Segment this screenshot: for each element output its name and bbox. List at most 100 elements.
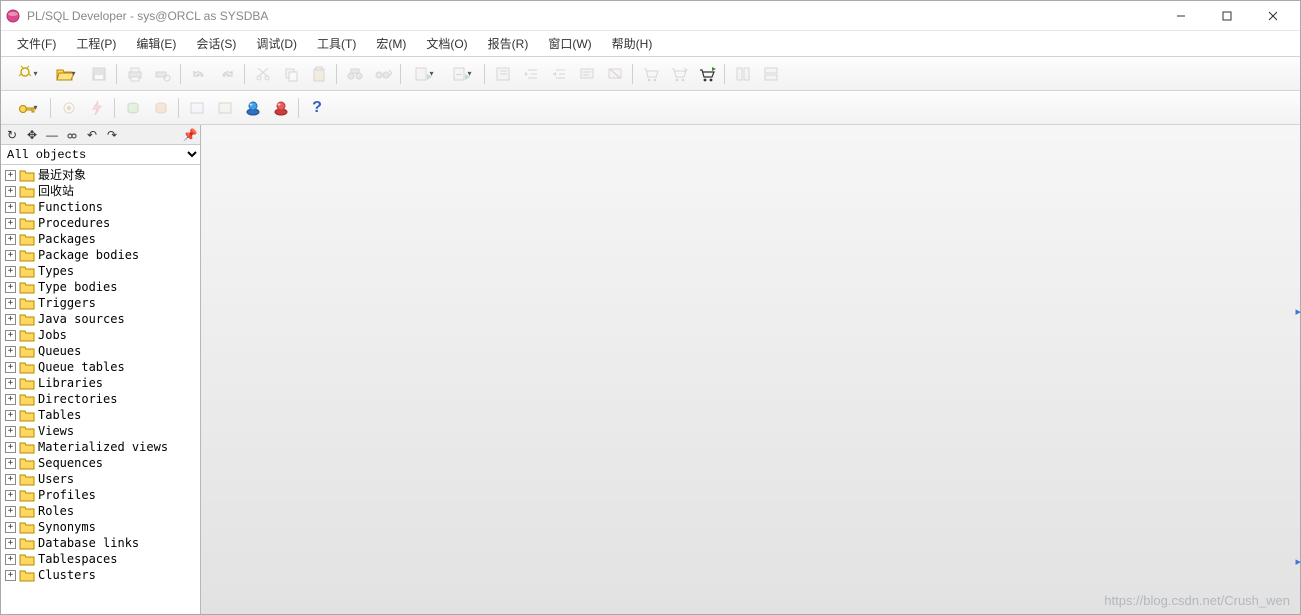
menu-debug[interactable]: 调试(D) — [246, 32, 307, 55]
expander-icon[interactable]: + — [5, 394, 16, 405]
pin-icon[interactable]: 📌 — [183, 128, 197, 142]
tree-node[interactable]: +Tables — [3, 407, 198, 423]
tile-horizontal-button[interactable] — [730, 61, 756, 87]
execute-script-button[interactable]: ▾ — [444, 61, 480, 87]
expander-icon[interactable]: + — [5, 442, 16, 453]
redo-button[interactable] — [214, 61, 240, 87]
lightning-button[interactable] — [84, 95, 110, 121]
menu-document[interactable]: 文档(O) — [416, 32, 477, 55]
expander-icon[interactable]: + — [5, 266, 16, 277]
expander-icon[interactable]: + — [5, 202, 16, 213]
expander-icon[interactable]: + — [5, 570, 16, 581]
tree-node[interactable]: +Database links — [3, 535, 198, 551]
test-window-button[interactable] — [240, 95, 266, 121]
menu-help[interactable]: 帮助(H) — [602, 32, 663, 55]
close-button[interactable] — [1250, 2, 1296, 30]
tree-node[interactable]: +Sequences — [3, 455, 198, 471]
find-button[interactable] — [342, 61, 368, 87]
tree-node[interactable]: +Directories — [3, 391, 198, 407]
expander-icon[interactable]: + — [5, 506, 16, 517]
menu-window[interactable]: 窗口(W) — [538, 32, 601, 55]
gear-button[interactable] — [56, 95, 82, 121]
expander-icon[interactable]: + — [5, 186, 16, 197]
expander-icon[interactable]: + — [5, 170, 16, 181]
menu-file[interactable]: 文件(F) — [7, 32, 66, 55]
tree-node[interactable]: +Views — [3, 423, 198, 439]
tree-node[interactable]: +Functions — [3, 199, 198, 215]
sql-window-button[interactable] — [184, 95, 210, 121]
expander-icon[interactable]: + — [5, 362, 16, 373]
cart-remove-button[interactable] — [666, 61, 692, 87]
object-filter-select[interactable]: All objects — [1, 145, 200, 164]
tree-node[interactable]: +Clusters — [3, 567, 198, 583]
commit-button[interactable] — [120, 95, 146, 121]
expander-icon[interactable]: + — [5, 554, 16, 565]
refresh-icon[interactable]: ↻ — [5, 128, 19, 142]
explain-plan-button[interactable] — [490, 61, 516, 87]
expander-icon[interactable]: + — [5, 378, 16, 389]
minimize-button[interactable] — [1158, 2, 1204, 30]
find-object-icon[interactable] — [65, 128, 79, 142]
report-window-button[interactable] — [268, 95, 294, 121]
tree-node[interactable]: +Packages — [3, 231, 198, 247]
expander-icon[interactable]: + — [5, 250, 16, 261]
undo-button[interactable] — [186, 61, 212, 87]
help-button[interactable]: ? — [304, 95, 330, 121]
expander-icon[interactable]: + — [5, 410, 16, 421]
tree-node[interactable]: +Libraries — [3, 375, 198, 391]
tree-node[interactable]: +Roles — [3, 503, 198, 519]
tile-vertical-button[interactable] — [758, 61, 784, 87]
tree-node[interactable]: +Jobs — [3, 327, 198, 343]
copy-button[interactable] — [278, 61, 304, 87]
menu-tools[interactable]: 工具(T) — [307, 32, 366, 55]
print-button[interactable] — [122, 61, 148, 87]
tree-node[interactable]: +Queues — [3, 343, 198, 359]
outdent-button[interactable] — [546, 61, 572, 87]
expander-icon[interactable]: + — [5, 538, 16, 549]
tree-node[interactable]: +Users — [3, 471, 198, 487]
tree-node[interactable]: +Java sources — [3, 311, 198, 327]
expander-icon[interactable]: + — [5, 426, 16, 437]
expander-icon[interactable]: + — [5, 474, 16, 485]
menu-macro[interactable]: 宏(M) — [366, 32, 416, 55]
tree-node[interactable]: +最近对象 — [3, 167, 198, 183]
expander-icon[interactable]: + — [5, 490, 16, 501]
cut-button[interactable] — [250, 61, 276, 87]
cart-run-button[interactable] — [694, 61, 720, 87]
expander-icon[interactable]: + — [5, 314, 16, 325]
rollback-button[interactable] — [148, 95, 174, 121]
new-button[interactable]: ▾ — [10, 61, 46, 87]
tree-node[interactable]: +Materialized views — [3, 439, 198, 455]
expander-icon[interactable]: + — [5, 458, 16, 469]
comment-button[interactable] — [574, 61, 600, 87]
print-preview-button[interactable] — [150, 61, 176, 87]
execute-button[interactable]: ▾ — [406, 61, 442, 87]
tree-node[interactable]: +Profiles — [3, 487, 198, 503]
collapse-icon[interactable]: — — [45, 128, 59, 142]
cart-add-button[interactable] — [638, 61, 664, 87]
expander-icon[interactable]: + — [5, 218, 16, 229]
maximize-button[interactable] — [1204, 2, 1250, 30]
menu-session[interactable]: 会话(S) — [186, 32, 246, 55]
expander-icon[interactable]: + — [5, 346, 16, 357]
open-button[interactable]: ▾ — [48, 61, 84, 87]
expander-icon[interactable]: + — [5, 522, 16, 533]
tree-node[interactable]: +Package bodies — [3, 247, 198, 263]
save-button[interactable] — [86, 61, 112, 87]
dock-glyph-2[interactable]: ▸ — [1295, 555, 1301, 568]
tree-node[interactable]: +Queue tables — [3, 359, 198, 375]
paste-button[interactable] — [306, 61, 332, 87]
menu-report[interactable]: 报告(R) — [478, 32, 539, 55]
command-window-button[interactable] — [212, 95, 238, 121]
expand-icon[interactable]: ✥ — [25, 128, 39, 142]
logon-button[interactable]: ▾ — [10, 95, 46, 121]
object-tree[interactable]: +最近对象+回收站+Functions+Procedures+Packages+… — [1, 165, 200, 614]
expander-icon[interactable]: + — [5, 282, 16, 293]
uncomment-button[interactable] — [602, 61, 628, 87]
tree-node[interactable]: +Procedures — [3, 215, 198, 231]
filter-prev-icon[interactable]: ↶ — [85, 128, 99, 142]
tree-node[interactable]: +Tablespaces — [3, 551, 198, 567]
tree-node[interactable]: +Synonyms — [3, 519, 198, 535]
indent-button[interactable] — [518, 61, 544, 87]
expander-icon[interactable]: + — [5, 330, 16, 341]
